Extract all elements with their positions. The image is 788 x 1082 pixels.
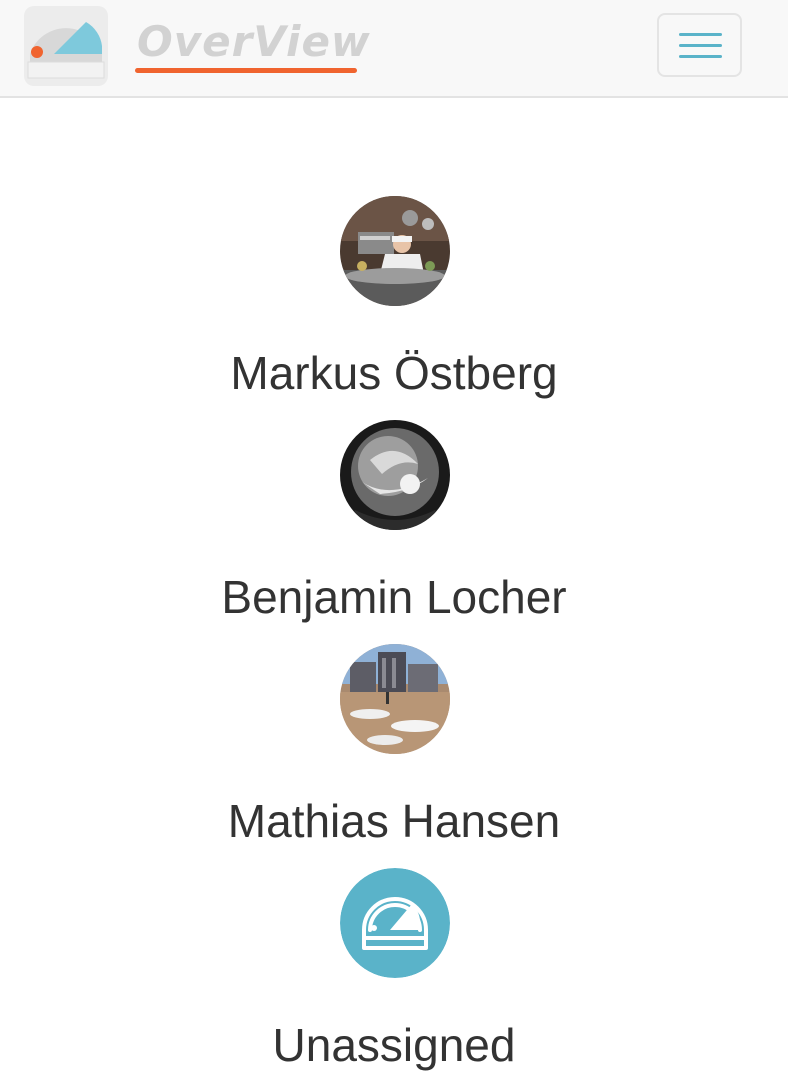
person-name[interactable]: Benjamin Locher <box>0 569 788 625</box>
person-name[interactable]: Markus Östberg <box>0 345 788 401</box>
navbar: OverView <box>0 0 788 98</box>
menu-toggle-button[interactable] <box>657 13 742 77</box>
brand-name[interactable]: OverView <box>137 14 371 70</box>
avatar-mathias[interactable] <box>340 644 450 754</box>
avatar-benjamin[interactable] <box>340 420 450 530</box>
person-name[interactable]: Mathias Hansen <box>0 793 788 849</box>
avatar-markus[interactable] <box>340 196 450 306</box>
person-name[interactable]: Unassigned <box>0 1017 788 1073</box>
avatar-unassigned[interactable] <box>340 868 450 978</box>
observatory-logo-icon[interactable] <box>24 6 108 86</box>
brand-underline <box>135 68 357 73</box>
observatory-icon <box>340 868 450 978</box>
